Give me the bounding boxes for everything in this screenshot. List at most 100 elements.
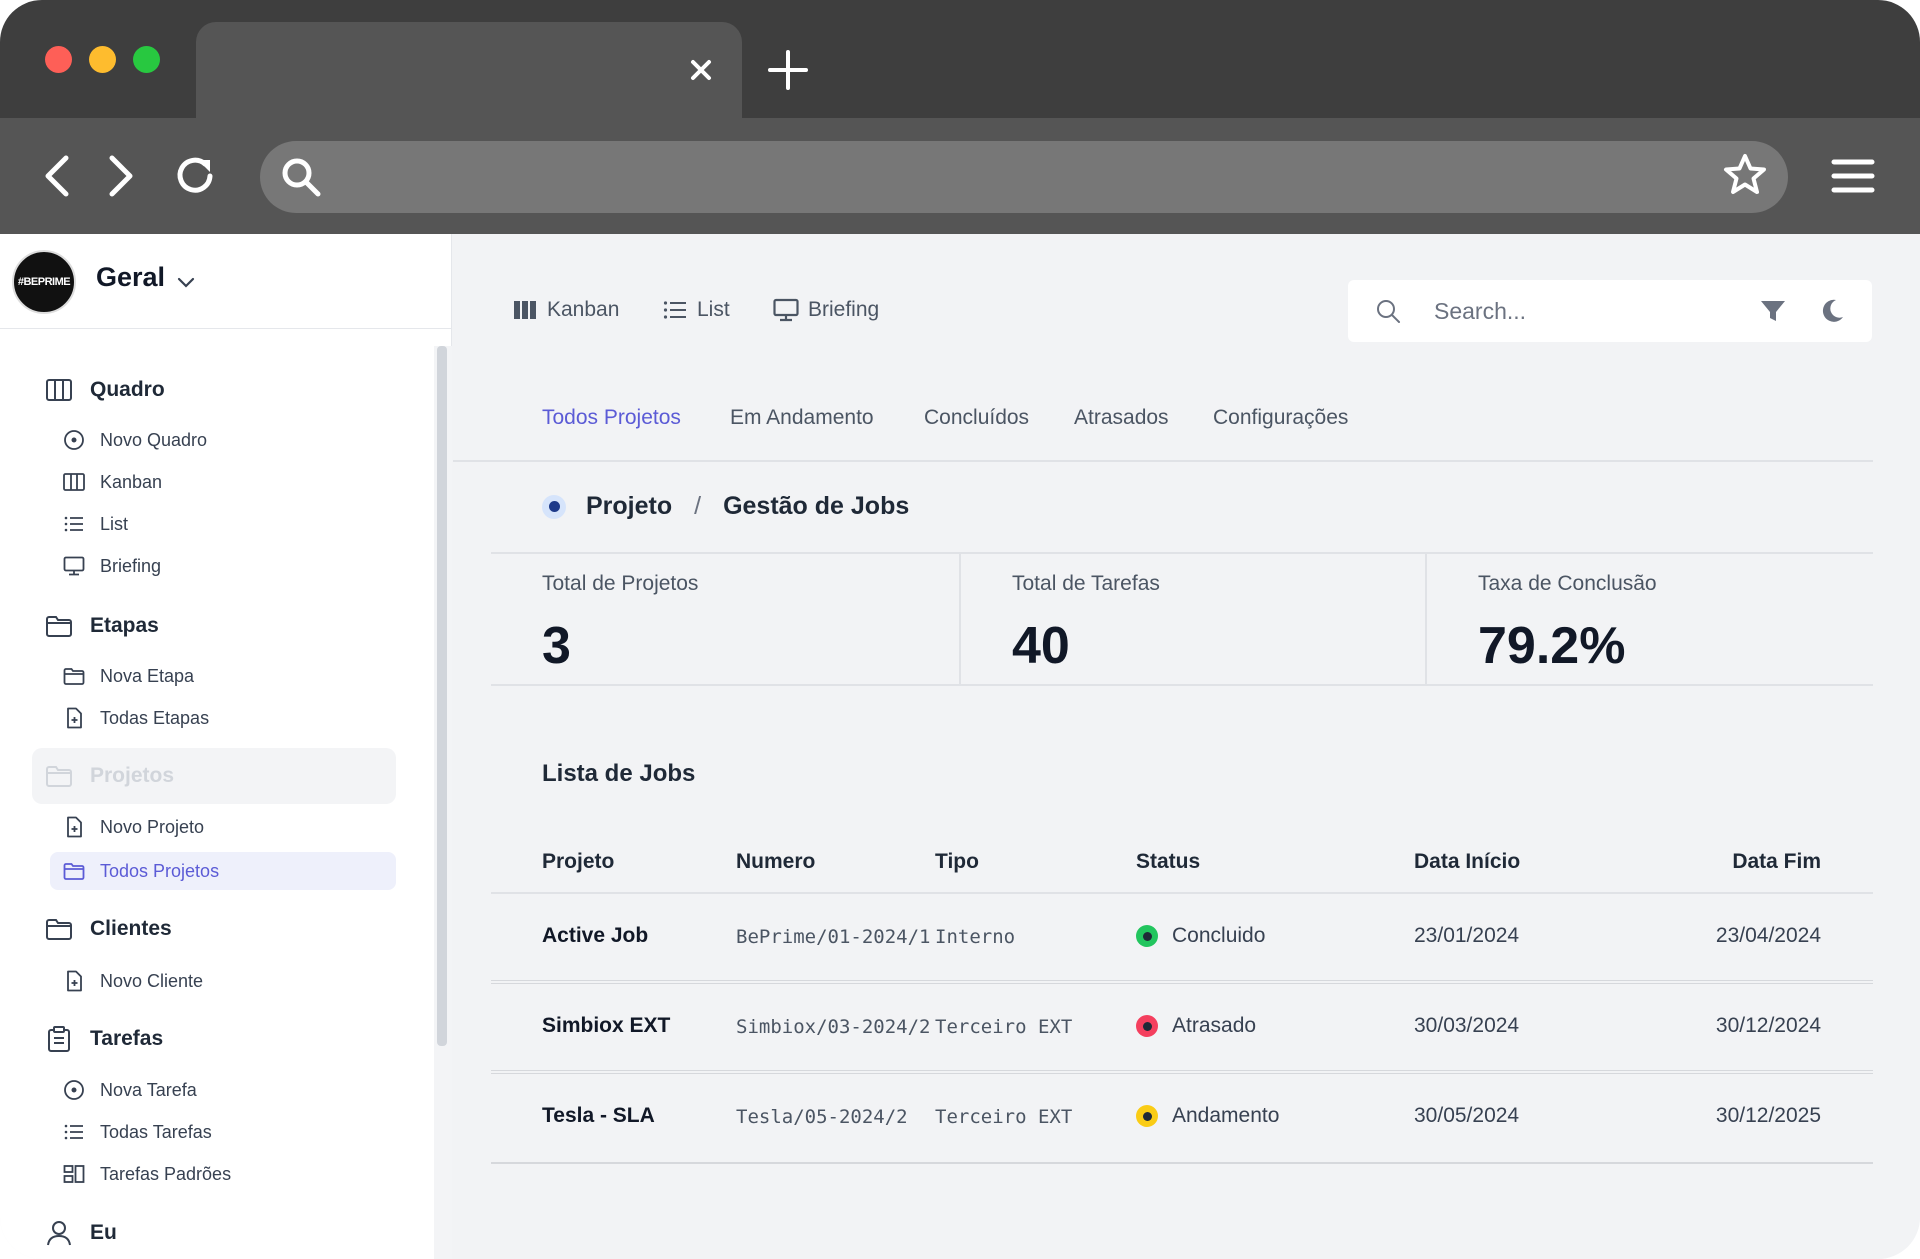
sidebar-item-novo-cliente[interactable]: Novo Cliente (62, 966, 203, 996)
filter-icon[interactable] (1758, 296, 1788, 326)
table-row[interactable]: Tesla - SLA Tesla/05-2024/2 Terceiro EXT… (491, 1074, 1873, 1164)
tab-concluidos[interactable]: Concluídos (924, 406, 1029, 430)
sidebar-item-label: Nova Etapa (100, 665, 195, 686)
sidebar-item-briefing[interactable]: Briefing (62, 551, 161, 581)
layout-icon (63, 1165, 85, 1183)
stat-total-tarefas: Total de Tarefas 40 (959, 554, 1425, 686)
folder-icon (63, 863, 85, 880)
cell-data-fim: 23/04/2024 (1715, 924, 1821, 947)
kanban-icon (514, 301, 536, 319)
columns-icon (63, 473, 85, 491)
table-header: Projeto Numero Tipo Status Data Início D… (491, 834, 1873, 894)
window-close-button[interactable] (45, 46, 72, 73)
table-row[interactable]: Simbiox EXT Simbiox/03-2024/2 Terceiro E… (491, 984, 1873, 1074)
bookmark-star-icon[interactable] (1720, 150, 1770, 200)
stats-row: Total de Projetos 3 Total de Tarefas 40 … (491, 552, 1873, 686)
breadcrumb-root[interactable]: Projeto (586, 492, 672, 521)
folder-icon (46, 766, 72, 787)
sidebar-section-label: Projetos (90, 764, 175, 787)
cell-status: Concluido (1136, 924, 1265, 948)
cell-projeto: Active Job (542, 924, 649, 947)
stat-value: 3 (542, 617, 571, 675)
column-header-projeto[interactable]: Projeto (542, 850, 614, 874)
sidebar-item-todos-projetos[interactable]: Todos Projetos (50, 852, 396, 890)
tab-em-andamento[interactable]: Em Andamento (730, 406, 874, 430)
logo-text: #BEPRIME (17, 276, 71, 288)
list-icon (64, 516, 83, 532)
workspace-switcher[interactable]: #BEPRIME Geral (0, 234, 452, 329)
cell-tipo: Interno (935, 926, 1016, 948)
address-bar[interactable] (260, 141, 1788, 213)
cell-projeto: Simbiox EXT (542, 1014, 671, 1037)
status-label: Concluido (1172, 924, 1266, 947)
view-list-label: List (697, 298, 730, 321)
sidebar-item-nova-etapa[interactable]: Nova Etapa (62, 661, 194, 691)
search-input[interactable] (1434, 292, 1734, 330)
sidebar-item-list[interactable]: List (62, 509, 128, 539)
breadcrumb-dot-icon (542, 494, 566, 519)
view-kanban-button[interactable]: Kanban (511, 296, 619, 324)
stat-taxa-conclusao: Taxa de Conclusão 79.2% (1425, 554, 1873, 686)
sidebar-section-projetos[interactable]: Projetos (32, 748, 396, 804)
sidebar-item-novo-quadro[interactable]: Novo Quadro (62, 425, 207, 455)
column-header-data-fim[interactable]: Data Fim (1732, 850, 1821, 874)
breadcrumb: Projeto / Gestão de Jobs (542, 492, 909, 521)
window-maximize-button[interactable] (133, 46, 160, 73)
workspace-name: Geral (96, 262, 166, 292)
search-box (1348, 280, 1872, 342)
folder-icon (46, 616, 72, 637)
breadcrumb-current: Gestão de Jobs (723, 492, 910, 520)
table-row[interactable]: Active Job BePrime/01-2024/1 Interno Con… (491, 894, 1873, 984)
new-tab-icon[interactable] (766, 48, 810, 92)
search-icon (282, 158, 321, 197)
view-kanban-label: Kanban (547, 298, 620, 321)
status-dot-icon (1136, 925, 1158, 947)
reload-icon[interactable] (172, 150, 220, 202)
tab-configuracoes[interactable]: Configurações (1213, 406, 1348, 430)
sidebar-item-tarefas-padroes[interactable]: Tarefas Padrões (62, 1159, 231, 1189)
list-icon (64, 1124, 83, 1140)
tab-atrasados[interactable]: Atrasados (1074, 406, 1169, 430)
sidebar-scrollbar-thumb[interactable] (437, 346, 447, 1046)
sidebar-item-label: Nova Tarefa (100, 1079, 197, 1100)
moon-icon[interactable] (1816, 296, 1846, 326)
view-briefing-label: Briefing (808, 298, 880, 321)
cell-numero: BePrime/01-2024/1 (736, 926, 931, 948)
column-header-tipo[interactable]: Tipo (935, 850, 979, 874)
column-header-numero[interactable]: Numero (736, 850, 815, 874)
folder-icon (46, 919, 72, 940)
sidebar-item-kanban[interactable]: Kanban (62, 467, 162, 497)
sidebar-section-quadro[interactable]: Quadro (44, 372, 165, 408)
sidebar-section-eu[interactable]: Eu (44, 1215, 117, 1251)
cell-projeto: Tesla - SLA (542, 1104, 655, 1127)
sidebar-section-tarefas[interactable]: Tarefas (44, 1021, 163, 1057)
close-tab-icon[interactable] (681, 50, 721, 90)
breadcrumb-separator: / (694, 492, 702, 520)
column-header-data-inicio[interactable]: Data Início (1414, 850, 1520, 874)
sidebar-item-todas-etapas[interactable]: Todas Etapas (62, 703, 209, 733)
sidebar-item-novo-projeto[interactable]: Novo Projeto (62, 812, 204, 842)
hamburger-menu-icon[interactable] (1828, 150, 1878, 202)
cell-numero: Simbiox/03-2024/2 (736, 1016, 931, 1038)
back-icon[interactable] (34, 150, 82, 202)
window-minimize-button[interactable] (89, 46, 116, 73)
column-header-status[interactable]: Status (1136, 850, 1200, 874)
sidebar-section-label: Tarefas (90, 1027, 164, 1050)
sidebar-section-etapas[interactable]: Etapas (44, 608, 159, 644)
chevron-down-icon (177, 277, 195, 288)
sidebar-section-label: Clientes (90, 917, 172, 940)
tab-todos-projetos[interactable]: Todos Projetos (542, 406, 681, 430)
sidebar-item-label: Todas Tarefas (100, 1121, 212, 1142)
stat-label: Total de Tarefas (1012, 572, 1160, 595)
file-plus-icon (67, 970, 82, 992)
forward-icon[interactable] (96, 150, 144, 202)
view-list-button[interactable]: List (661, 296, 730, 324)
sidebar-item-label: Tarefas Padrões (100, 1163, 232, 1184)
sidebar-item-todas-tarefas[interactable]: Todas Tarefas (62, 1117, 212, 1147)
browser-tab[interactable] (196, 22, 742, 118)
sidebar-section-clientes[interactable]: Clientes (44, 911, 172, 947)
user-icon (47, 1221, 71, 1246)
sidebar-item-nova-tarefa[interactable]: Nova Tarefa (62, 1075, 197, 1105)
sidebar-item-label: Briefing (100, 555, 162, 576)
view-briefing-button[interactable]: Briefing (772, 296, 879, 324)
